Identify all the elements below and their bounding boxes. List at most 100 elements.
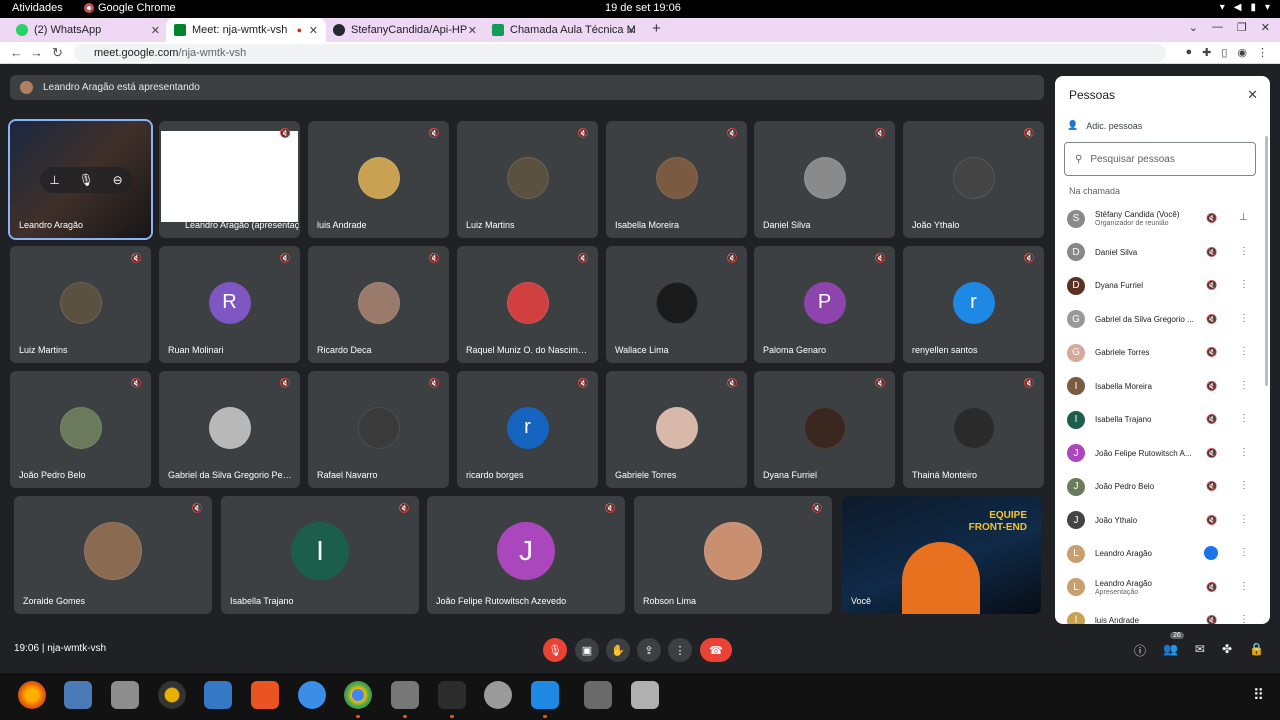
activities-icon[interactable]: ✤ <box>1222 642 1232 659</box>
more-options-icon[interactable]: ⋮ <box>1239 547 1249 558</box>
participant-tile[interactable]: R 🔇 Ruan Molinari <box>159 246 300 363</box>
more-options-button[interactable]: ⋮ <box>668 638 692 662</box>
info-icon[interactable]: ⓘ <box>1134 642 1146 659</box>
person-row[interactable]: L Leandro Aragão ⋮ <box>1055 537 1263 571</box>
person-row[interactable]: J João Felipe Rutowitsch A... 🔇 ⋮ <box>1055 437 1263 471</box>
mic-muted-icon[interactable]: 🔇 <box>1206 381 1217 392</box>
forward-icon[interactable]: → <box>30 45 43 60</box>
puzzle-icon[interactable]: ✚ <box>1202 46 1211 59</box>
camera-button[interactable]: ▣ <box>575 638 599 662</box>
mic-muted-icon[interactable]: 🔇 <box>1206 213 1217 224</box>
person-row[interactable]: D Dyana Furriel 🔇 ⋮ <box>1055 269 1263 303</box>
drive-icon[interactable] <box>584 681 612 709</box>
close-icon[interactable]: ✕ <box>1247 87 1258 103</box>
files-icon[interactable] <box>111 681 139 709</box>
more-options-icon[interactable]: ⋮ <box>1239 514 1249 525</box>
add-people-button[interactable]: 👤 Adic. pessoas <box>1067 120 1142 131</box>
participant-tile[interactable]: I 🔇 Isabella Trajano <box>221 496 419 614</box>
tab-whatsapp[interactable]: (2) WhatsApp ✕ <box>8 18 168 42</box>
terminal-icon[interactable] <box>438 681 466 709</box>
participant-tile[interactable]: r 🔇 renyellen santos <box>903 246 1044 363</box>
person-row[interactable]: l luis Andrade 🔇 ⋮ <box>1055 604 1263 624</box>
back-icon[interactable]: ← <box>10 45 23 60</box>
tab-sheets[interactable]: Chamada Aula Técnica M ✕ <box>484 18 644 42</box>
mic-muted-icon[interactable]: 🔇 <box>1206 615 1217 624</box>
help-icon[interactable] <box>298 681 326 709</box>
reload-icon[interactable]: ↻ <box>52 45 63 61</box>
chrome-dock-icon[interactable] <box>344 681 372 709</box>
close-tab-icon[interactable]: ✕ <box>468 24 477 37</box>
more-options-icon[interactable]: ⋮ <box>1239 581 1249 592</box>
person-row[interactable]: D Daniel Silva 🔇 ⋮ <box>1055 236 1263 270</box>
participant-tile[interactable]: 🔇 Zoraide Gomes <box>14 496 212 614</box>
mic-muted-icon[interactable]: 🔇 <box>1206 582 1217 593</box>
tab-meet[interactable]: Meet: nja-wmtk-vsh ● ✕ <box>166 18 326 42</box>
participant-tile[interactable]: 🔇 Ricardo Deca <box>308 246 449 363</box>
people-icon[interactable]: 👥 <box>1163 642 1178 659</box>
mail-icon[interactable] <box>64 681 92 709</box>
participant-tile[interactable]: EQUIPE FRONT-END Você <box>842 496 1041 614</box>
activities-button[interactable]: Atividades <box>12 2 63 14</box>
firefox-icon[interactable] <box>18 681 46 709</box>
leave-call-button[interactable]: ☎ <box>700 638 732 662</box>
remove-icon[interactable]: ⊖ <box>113 173 123 187</box>
participant-tile[interactable]: 🔇 Leandro Aragão (apresentação) <box>159 121 300 238</box>
software-icon[interactable] <box>251 681 279 709</box>
new-tab-button[interactable]: + <box>652 20 661 37</box>
chat-icon[interactable]: ✉ <box>1195 642 1205 659</box>
vscode-icon[interactable] <box>531 681 559 709</box>
participant-tile[interactable]: 🔇 Gabriel da Silva Gregorio Pereira <box>159 371 300 488</box>
person-row[interactable]: S Stéfany Candida (Você) Organizador de re… <box>1055 202 1263 236</box>
mic-icon[interactable]: 🎙 <box>79 173 94 187</box>
participant-tile[interactable]: 🔇 João Pedro Belo <box>10 371 151 488</box>
participant-tile[interactable]: 🔇 Raquel Muniz O. do Nascimento <box>457 246 598 363</box>
more-options-icon[interactable]: ⋮ <box>1239 279 1249 290</box>
clock[interactable]: 19 de set 19:06 <box>605 2 681 14</box>
person-row[interactable]: G Gabriele Torres 🔇 ⋮ <box>1055 336 1263 370</box>
close-tab-icon[interactable]: ✕ <box>151 24 160 37</box>
more-options-icon[interactable]: ⋮ <box>1239 313 1249 324</box>
close-tab-icon[interactable]: ✕ <box>309 24 318 37</box>
trash-icon[interactable] <box>631 681 659 709</box>
maximize-icon[interactable]: ❐ <box>1237 21 1247 34</box>
raise-hand-button[interactable]: ✋ <box>606 638 630 662</box>
mic-muted-icon[interactable]: 🔇 <box>1206 448 1217 459</box>
mic-muted-icon[interactable]: 🔇 <box>1206 515 1217 526</box>
participant-tile[interactable]: 🔇 luis Andrade <box>308 121 449 238</box>
participant-tile[interactable]: 🔇 Luiz Martins <box>457 121 598 238</box>
participant-tile[interactable]: 🔇 Gabriele Torres <box>606 371 747 488</box>
pin-icon[interactable]: ⊥ <box>49 173 59 187</box>
profile-icon[interactable]: ◉ <box>1237 46 1247 59</box>
participant-tile[interactable]: J 🔇 João Felipe Rutowitsch Azevedo <box>427 496 625 614</box>
more-options-icon[interactable]: ⋮ <box>1239 413 1249 424</box>
lock-icon[interactable]: 🔒 <box>1249 642 1264 659</box>
close-tab-icon[interactable]: ✕ <box>627 24 636 37</box>
search-people-input[interactable]: ⚲ Pesquisar pessoas <box>1064 142 1256 176</box>
tab-search-icon[interactable]: ⌄ <box>1189 21 1198 34</box>
more-options-icon[interactable]: ⋮ <box>1239 480 1249 491</box>
person-row[interactable]: J João Ythalo 🔇 ⋮ <box>1055 504 1263 538</box>
person-row[interactable]: J João Pedro Belo 🔇 ⋮ <box>1055 470 1263 504</box>
person-row[interactable]: G Gabriel da Silva Gregorio ... 🔇 ⋮ <box>1055 303 1263 337</box>
participant-tile[interactable]: 🔇 Robson Lima <box>634 496 832 614</box>
mic-off-button[interactable]: 🎙 <box>543 638 567 662</box>
more-options-icon[interactable]: ⋮ <box>1239 346 1249 357</box>
participant-tile[interactable]: P 🔇 Paloma Genaro <box>754 246 895 363</box>
participant-tile[interactable]: ⊥ 🎙 ⊖ Leandro Aragão <box>8 119 153 240</box>
mic-muted-icon[interactable]: 🔇 <box>1206 280 1217 291</box>
participant-tile[interactable]: 🔇 Thainá Monteiro <box>903 371 1044 488</box>
participant-tile[interactable]: 🔇 Luiz Martins <box>10 246 151 363</box>
participant-tile[interactable]: 🔇 João Ythalo <box>903 121 1044 238</box>
participant-tile[interactable]: 🔇 Dyana Furriel <box>754 371 895 488</box>
settings-icon[interactable] <box>484 681 512 709</box>
show-apps-icon[interactable]: ⠿ <box>1253 686 1264 704</box>
mic-muted-icon[interactable]: 🔇 <box>1206 347 1217 358</box>
sidebar-icon[interactable]: ▯ <box>1221 46 1227 59</box>
mic-muted-icon[interactable]: 🔇 <box>1206 314 1217 325</box>
system-tray[interactable]: ▾ ◀ ▮ ▾ <box>1220 2 1270 13</box>
participant-tile[interactable]: 🔇 Isabella Moreira <box>606 121 747 238</box>
writer-icon[interactable] <box>204 681 232 709</box>
more-options-icon[interactable]: ⋮ <box>1239 614 1249 624</box>
more-options-icon[interactable]: ⋮ <box>1239 447 1249 458</box>
more-options-icon[interactable]: ⋮ <box>1239 380 1249 391</box>
